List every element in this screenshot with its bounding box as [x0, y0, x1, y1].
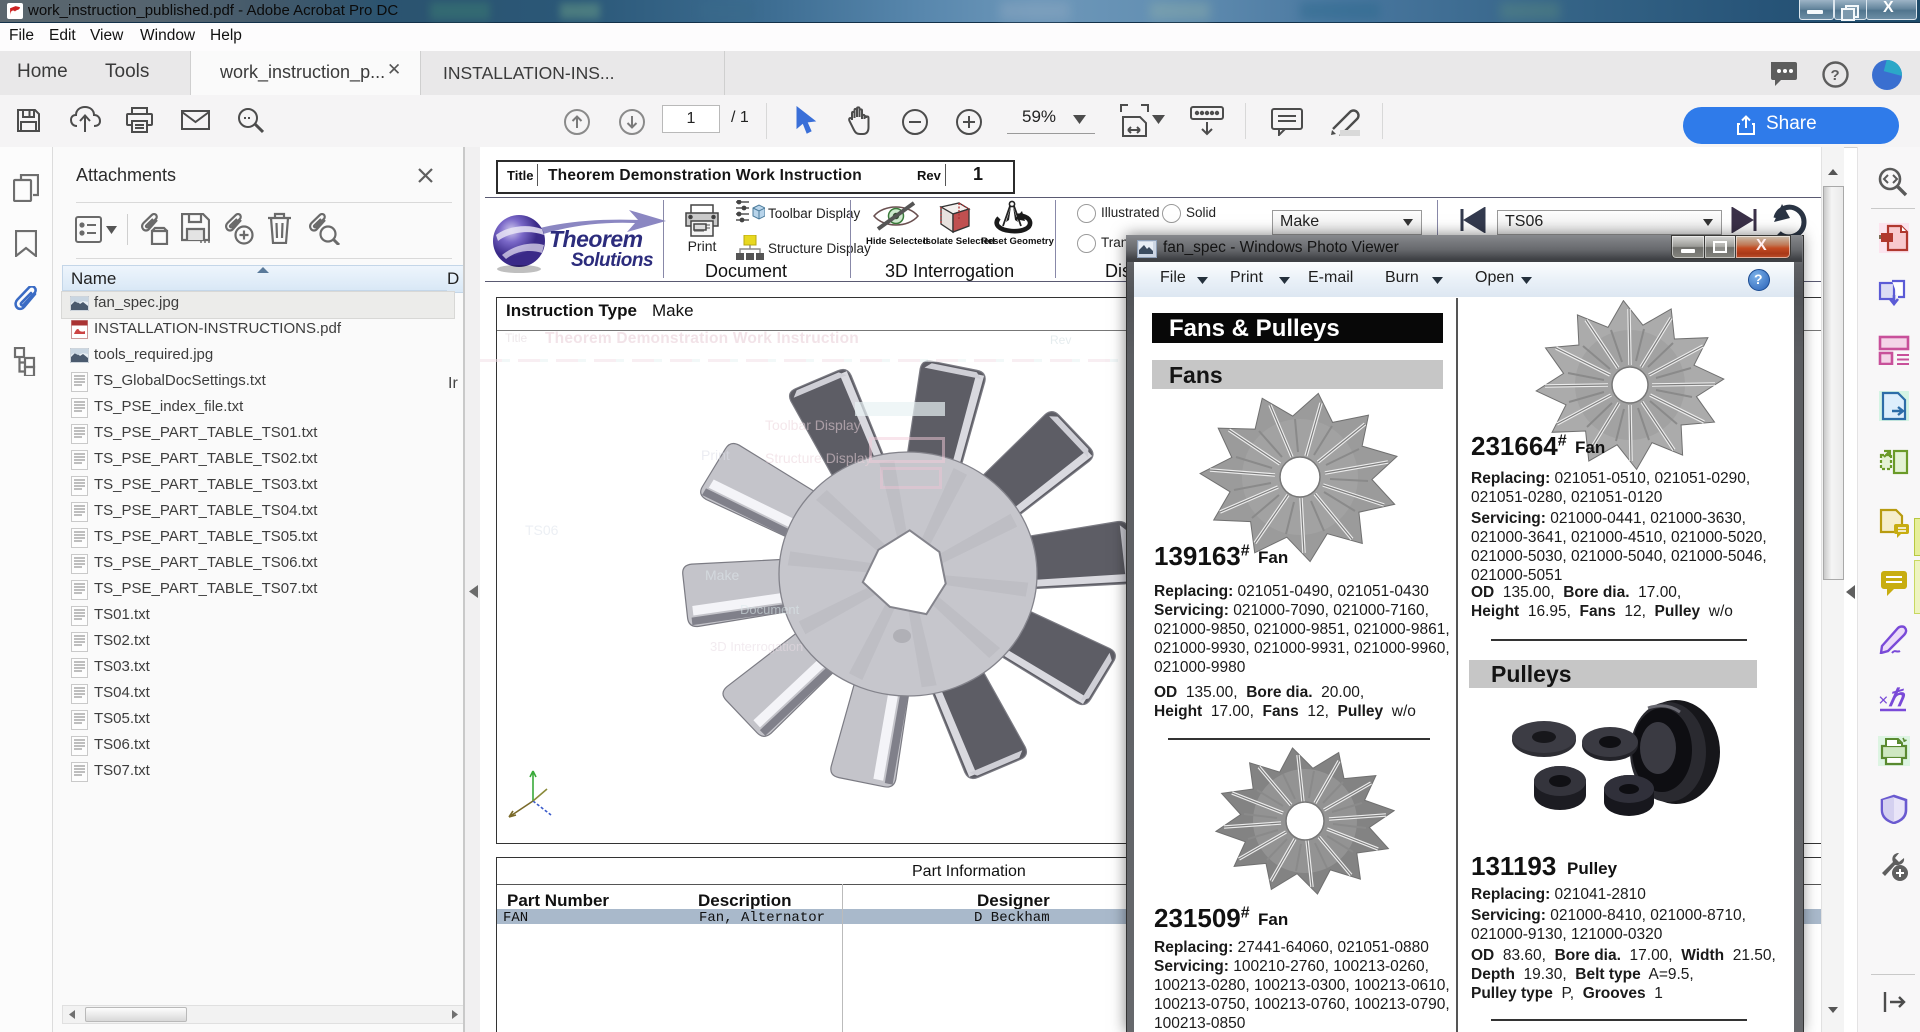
svg-text:×ℏ: ×ℏ	[1878, 686, 1906, 712]
svg-text:?: ?	[1831, 67, 1840, 84]
